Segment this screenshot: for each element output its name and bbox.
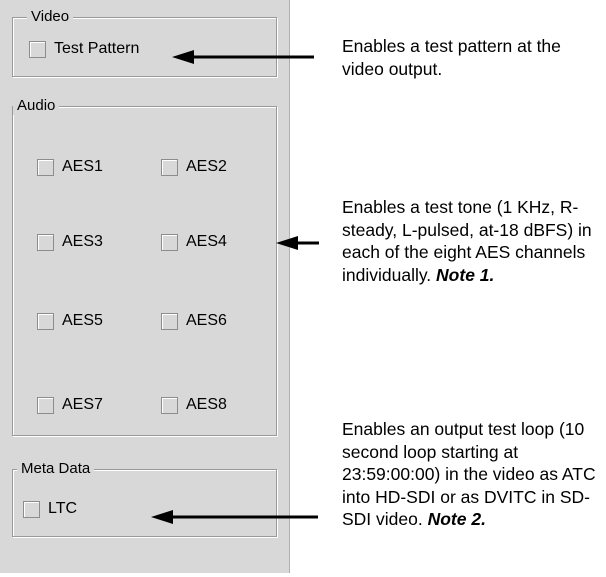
audio-note: Note 1. xyxy=(436,264,495,285)
aes5-label: AES5 xyxy=(62,312,103,329)
aes5-checkbox-box[interactable] xyxy=(37,312,54,330)
aes6-checkbox-box[interactable] xyxy=(161,312,178,330)
test-pattern-checkbox[interactable]: Test Pattern xyxy=(29,40,139,58)
ltc-checkbox-box[interactable] xyxy=(23,500,40,518)
aes1-checkbox[interactable]: AES1 xyxy=(37,158,103,176)
audio-description: Enables a test tone (1 KHz, R-steady, L-… xyxy=(342,196,604,286)
ltc-checkbox[interactable]: LTC xyxy=(23,500,77,518)
meta-note: Note 2. xyxy=(427,509,486,529)
test-pattern-checkbox-box[interactable] xyxy=(29,40,46,58)
ltc-label: LTC xyxy=(48,500,78,517)
audio-group: Audio AES1 AES2 AES3 AES4 AES5 AES6 AES7 xyxy=(12,97,277,436)
video-description-text: Enables a test pattern at the video outp… xyxy=(342,36,561,79)
aes2-checkbox[interactable]: AES2 xyxy=(161,158,227,176)
meta-data-group-title: Meta Data xyxy=(17,460,95,478)
aes7-label: AES7 xyxy=(62,396,103,413)
video-description: Enables a test pattern at the video outp… xyxy=(342,35,604,80)
aes1-label: AES1 xyxy=(62,158,103,175)
aes7-checkbox-box[interactable] xyxy=(37,396,54,414)
meta-data-group: Meta Data LTC xyxy=(12,460,277,537)
aes3-label: AES3 xyxy=(62,233,103,250)
aes8-checkbox-box[interactable] xyxy=(161,396,178,414)
aes2-label: AES2 xyxy=(186,158,227,175)
aes6-label: AES6 xyxy=(186,312,227,329)
aes2-checkbox-box[interactable] xyxy=(161,158,178,176)
aes3-checkbox[interactable]: AES3 xyxy=(37,233,103,251)
test-pattern-label: Test Pattern xyxy=(54,40,140,57)
video-group: Video Test Pattern xyxy=(12,8,277,77)
aes3-checkbox-box[interactable] xyxy=(37,233,54,251)
aes8-label: AES8 xyxy=(186,396,227,413)
aes6-checkbox[interactable]: AES6 xyxy=(161,312,227,330)
aes4-checkbox[interactable]: AES4 xyxy=(161,233,227,251)
aes4-checkbox-box[interactable] xyxy=(161,233,178,251)
aes4-label: AES4 xyxy=(186,233,227,250)
aes7-checkbox[interactable]: AES7 xyxy=(37,396,103,414)
settings-panel: Video Test Pattern Audio AES1 AES2 AES3 … xyxy=(0,0,290,573)
aes1-checkbox-box[interactable] xyxy=(37,158,54,176)
aes8-checkbox[interactable]: AES8 xyxy=(161,396,227,414)
video-group-title: Video xyxy=(27,8,74,26)
audio-group-title: Audio xyxy=(13,97,60,115)
aes5-checkbox[interactable]: AES5 xyxy=(37,312,103,330)
meta-description: Enables an output test loop (10 second l… xyxy=(342,418,604,531)
